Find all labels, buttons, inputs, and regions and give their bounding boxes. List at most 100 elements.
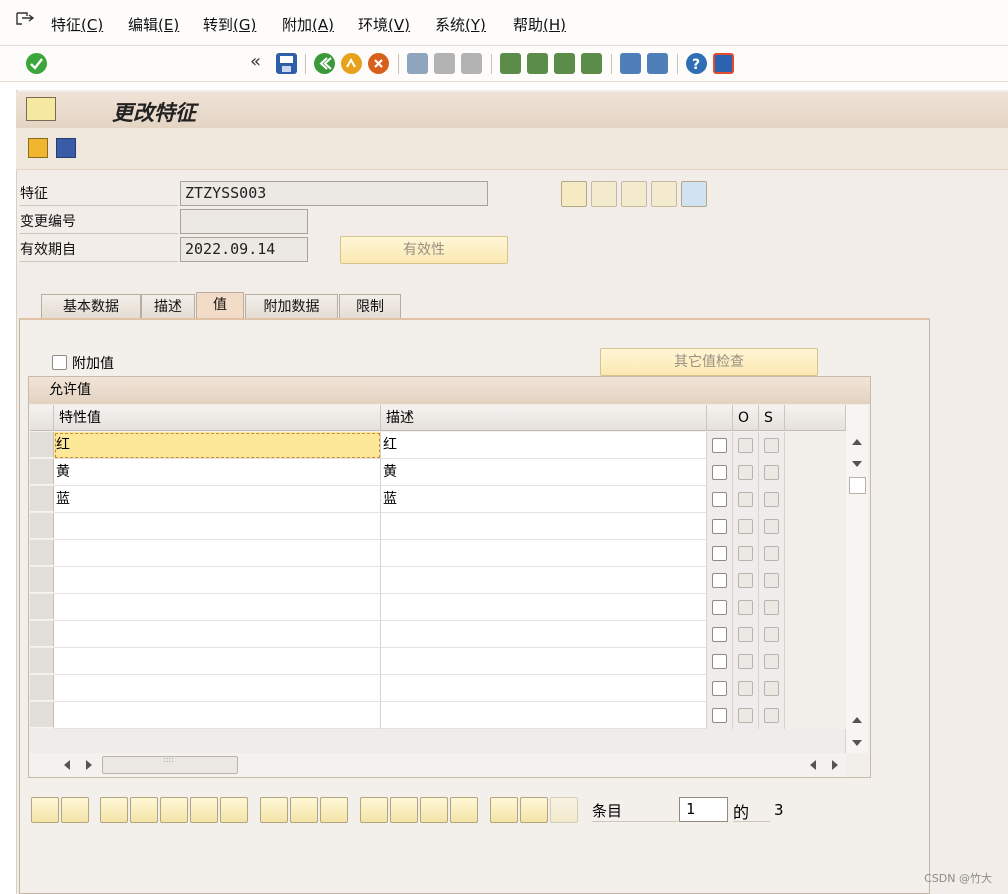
other-characteristic-icon[interactable] [28, 138, 48, 158]
tab-description[interactable]: 描述 [141, 294, 195, 318]
default-checkbox[interactable] [712, 627, 727, 642]
tab-additional-data[interactable]: 附加数据 [245, 294, 338, 318]
row-selector[interactable] [30, 621, 54, 647]
o-checkbox[interactable] [738, 438, 753, 453]
paste-icon[interactable] [220, 797, 248, 823]
validity-button[interactable]: 有效性 [340, 236, 508, 264]
copy-document-icon[interactable] [420, 797, 448, 823]
o-checkbox[interactable] [738, 681, 753, 696]
hierarchy-disabled-icon[interactable] [550, 797, 578, 823]
s-checkbox[interactable] [764, 654, 779, 669]
column-header-description[interactable]: 描述 [381, 405, 707, 431]
help-icon[interactable]: ? [686, 53, 707, 74]
s-checkbox[interactable] [764, 438, 779, 453]
description-cell[interactable] [381, 621, 707, 648]
entry-input[interactable]: 1 [679, 797, 728, 822]
column-header-o[interactable]: O [733, 405, 759, 431]
value-cell[interactable]: 蓝 [54, 486, 381, 513]
value-cell[interactable] [54, 675, 381, 702]
value-cell[interactable] [54, 702, 381, 729]
scroll-up-icon[interactable] [852, 439, 862, 445]
select-all-header[interactable] [30, 405, 54, 431]
additional-values-checkbox[interactable] [52, 355, 67, 370]
scroll-right-icon[interactable] [86, 760, 92, 770]
value-cell[interactable]: 黄 [54, 459, 381, 486]
menu-item-environment[interactable]: 环境(V) [358, 14, 410, 35]
create-document-icon[interactable] [621, 181, 647, 207]
row-selector[interactable] [30, 513, 54, 539]
menu-item-goto[interactable]: 转到(G) [203, 14, 256, 35]
copy-row-icon[interactable] [160, 797, 188, 823]
choose-icon[interactable] [61, 797, 89, 823]
delete-row-icon[interactable] [130, 797, 158, 823]
default-checkbox[interactable] [712, 654, 727, 669]
next-page-icon[interactable] [554, 53, 575, 74]
o-checkbox[interactable] [738, 573, 753, 588]
move-icon[interactable] [190, 797, 218, 823]
o-checkbox[interactable] [738, 519, 753, 534]
s-checkbox[interactable] [764, 627, 779, 642]
edit-value-icon[interactable] [360, 797, 388, 823]
column-header-s[interactable]: S [759, 405, 785, 431]
horizontal-scroll-thumb[interactable]: :::: [102, 755, 238, 774]
s-checkbox[interactable] [764, 519, 779, 534]
change-number-field[interactable] [180, 209, 308, 234]
s-checkbox[interactable] [764, 546, 779, 561]
description-cell[interactable] [381, 648, 707, 675]
print-icon[interactable] [407, 53, 428, 74]
valid-from-field[interactable]: 2022.09.14 [180, 237, 308, 262]
scroll-right-end-icon[interactable] [832, 760, 838, 770]
scroll-down-bottom-icon[interactable] [852, 740, 862, 746]
default-checkbox[interactable] [712, 465, 727, 480]
menu-item-extras[interactable]: 附加(A) [282, 14, 334, 35]
s-checkbox[interactable] [764, 708, 779, 723]
vertical-scroll-thumb[interactable] [849, 477, 866, 494]
change-document-icon[interactable] [390, 797, 418, 823]
default-checkbox[interactable] [712, 546, 727, 561]
value-cell[interactable]: 红 [54, 432, 381, 459]
row-selector[interactable] [30, 594, 54, 620]
o-checkbox[interactable] [738, 627, 753, 642]
default-checkbox[interactable] [712, 519, 727, 534]
description-cell[interactable] [381, 567, 707, 594]
menu-icon[interactable] [16, 12, 35, 28]
first-page-icon[interactable] [500, 53, 521, 74]
s-checkbox[interactable] [764, 492, 779, 507]
row-selector[interactable] [30, 540, 54, 566]
row-selector[interactable] [30, 567, 54, 593]
default-checkbox[interactable] [712, 438, 727, 453]
details-icon[interactable] [31, 797, 59, 823]
exit-icon[interactable] [341, 53, 362, 74]
scroll-down-icon[interactable] [852, 461, 862, 467]
s-checkbox[interactable] [764, 465, 779, 480]
scroll-left-icon[interactable] [64, 760, 70, 770]
o-checkbox[interactable] [738, 600, 753, 615]
menu-item-help[interactable]: 帮助(H) [513, 14, 566, 35]
collapse-icon[interactable]: « [250, 51, 261, 72]
shortcut-icon[interactable] [647, 53, 668, 74]
default-checkbox[interactable] [712, 708, 727, 723]
column-header-value[interactable]: 特性值 [54, 405, 381, 431]
value-cell[interactable] [54, 621, 381, 648]
display-glasses-icon[interactable] [561, 181, 587, 207]
value-cell[interactable] [54, 594, 381, 621]
scroll-up-bottom-icon[interactable] [852, 717, 862, 723]
value-cell[interactable] [54, 648, 381, 675]
cancel-icon[interactable] [368, 53, 389, 74]
tab-restrictions[interactable]: 限制 [339, 294, 401, 318]
default-checkbox[interactable] [712, 492, 727, 507]
description-cell[interactable]: 蓝 [381, 486, 707, 513]
default-checkbox[interactable] [712, 681, 727, 696]
description-cell[interactable] [381, 540, 707, 567]
layout-menu-icon[interactable] [713, 53, 734, 74]
s-checkbox[interactable] [764, 573, 779, 588]
o-checkbox[interactable] [738, 654, 753, 669]
row-selector[interactable] [30, 648, 54, 674]
menu-item-edit[interactable]: 编辑(E) [128, 14, 179, 35]
new-session-icon[interactable] [620, 53, 641, 74]
back-icon[interactable] [314, 53, 335, 74]
o-checkbox[interactable] [738, 465, 753, 480]
description-cell[interactable] [381, 594, 707, 621]
row-selector[interactable] [30, 459, 54, 485]
value-cell[interactable] [54, 567, 381, 594]
